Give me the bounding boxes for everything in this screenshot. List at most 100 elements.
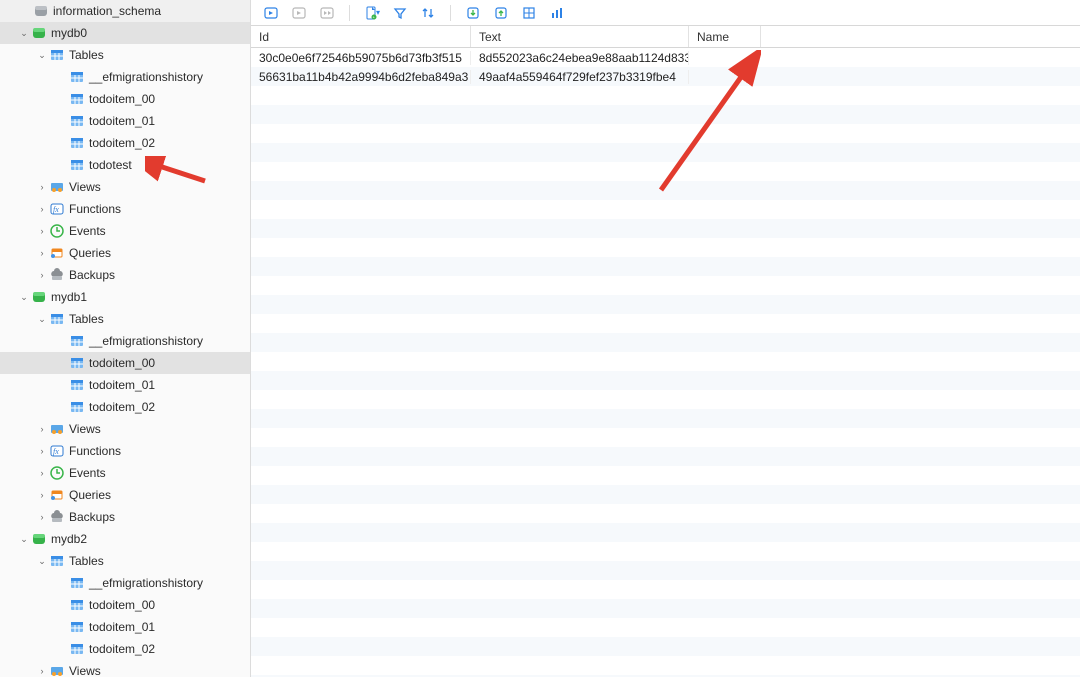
table-icon — [50, 48, 64, 62]
tree-table-item[interactable]: __efmigrationshistory — [0, 66, 250, 88]
table-icon — [70, 598, 84, 612]
cell-text[interactable]: 49aaf4a559464f729fef237b3319fbe4 — [471, 70, 689, 84]
table-row[interactable]: 30c0e0e6f72546b59075b6d73fb3f515 8d55202… — [251, 48, 1080, 67]
run-query-button[interactable] — [257, 1, 285, 25]
data-grid[interactable]: Id Text Name 30c0e0e6f72546b59075b6d73fb… — [251, 26, 1080, 677]
tree-db-mydb0[interactable]: ⌄ mydb0 — [0, 22, 250, 44]
chevron-down-icon[interactable]: ⌄ — [36, 313, 48, 325]
chevron-right-icon[interactable]: › — [36, 445, 48, 457]
tree-table-item[interactable]: __efmigrationshistory — [0, 330, 250, 352]
tree-table-item[interactable]: todoitem_01 — [0, 374, 250, 396]
backup-icon — [50, 510, 64, 524]
tree-functions-folder[interactable]: › Functions — [0, 440, 250, 462]
chevron-right-icon[interactable]: › — [36, 467, 48, 479]
tree-table-item[interactable]: todoitem_02 — [0, 396, 250, 418]
column-header-label: Text — [479, 30, 501, 44]
cell-id[interactable]: 56631ba11b4b42a9994b6d2feba849a3 — [251, 70, 471, 84]
chevron-down-icon[interactable]: ⌄ — [18, 291, 30, 303]
tree-table-item[interactable]: todoitem_00 — [0, 352, 250, 374]
tree-backups-folder[interactable]: ›Backups — [0, 506, 250, 528]
chevron-down-icon[interactable]: ⌄ — [36, 555, 48, 567]
tree-label: Tables — [69, 48, 104, 62]
main-panel: ▾ Id Text Name 30c0e0e6f72546b59075b6d73… — [251, 0, 1080, 677]
grid-body: 30c0e0e6f72546b59075b6d73fb3f515 8d55202… — [251, 48, 1080, 677]
tree-label: todoitem_01 — [89, 620, 155, 634]
tree-table-item[interactable]: todoitem_01 — [0, 110, 250, 132]
tree-table-item[interactable]: __efmigrationshistory — [0, 572, 250, 594]
tree-db-mydb1[interactable]: ⌄ mydb1 — [0, 286, 250, 308]
tree-label: Tables — [69, 554, 104, 568]
table-row-empty — [251, 257, 1080, 276]
chevron-right-icon[interactable]: › — [36, 665, 48, 677]
chevron-right-icon[interactable]: › — [36, 423, 48, 435]
chevron-down-icon[interactable]: ⌄ — [36, 49, 48, 61]
sort-button[interactable] — [414, 1, 442, 25]
fx-icon — [50, 202, 64, 216]
column-header-name[interactable]: Name — [689, 26, 761, 47]
column-header-label: Id — [259, 30, 269, 44]
export-button[interactable] — [487, 1, 515, 25]
chevron-down-icon[interactable]: ⌄ — [18, 533, 30, 545]
cell-text[interactable]: 8d552023a6c24ebea9e88aab1124d833 — [471, 51, 689, 65]
tree-label: __efmigrationshistory — [89, 334, 203, 348]
cell-id[interactable]: 30c0e0e6f72546b59075b6d73fb3f515 — [251, 51, 471, 65]
tree-views-folder[interactable]: ›Views — [0, 176, 250, 198]
column-header-id[interactable]: Id — [251, 26, 471, 47]
column-header-text[interactable]: Text — [471, 26, 689, 47]
tree-db-information-schema[interactable]: information_schema — [0, 0, 250, 22]
tree-label: todoitem_00 — [89, 598, 155, 612]
tree-tables-folder[interactable]: ⌄ Tables — [0, 44, 250, 66]
tree-functions-folder[interactable]: ›Functions — [0, 198, 250, 220]
tree-backups-folder[interactable]: › Backups — [0, 264, 250, 286]
tree-queries-folder[interactable]: ›Queries — [0, 484, 250, 506]
table-row-empty — [251, 124, 1080, 143]
chart-button[interactable] — [543, 1, 571, 25]
tree-label: todoitem_01 — [89, 114, 155, 128]
filter-button[interactable] — [386, 1, 414, 25]
tree-label: todoitem_02 — [89, 642, 155, 656]
tree-label: Tables — [69, 312, 104, 326]
tree-table-item[interactable]: todoitem_02 — [0, 132, 250, 154]
table-row-empty — [251, 200, 1080, 219]
db-tree-sidebar[interactable]: information_schema ⌄ mydb0 ⌄ Tables __ef… — [0, 0, 251, 677]
chevron-right-icon[interactable]: › — [36, 269, 48, 281]
import-button[interactable] — [459, 1, 487, 25]
tree-views-folder[interactable]: ›Views — [0, 660, 250, 677]
tree-tables-folder[interactable]: ⌄ Tables — [0, 550, 250, 572]
tree-table-item[interactable]: todoitem_00 — [0, 594, 250, 616]
views-icon — [50, 180, 64, 194]
chevron-right-icon[interactable]: › — [36, 511, 48, 523]
table-icon — [70, 400, 84, 414]
tree-table-item[interactable]: todoitem_00 — [0, 88, 250, 110]
table-row-empty — [251, 542, 1080, 561]
queries-icon — [50, 488, 64, 502]
chevron-right-icon[interactable]: › — [36, 181, 48, 193]
tree-table-item[interactable]: todotest — [0, 154, 250, 176]
chevron-right-icon[interactable]: › — [36, 203, 48, 215]
new-document-button[interactable]: ▾ — [358, 1, 386, 25]
tree-table-item[interactable]: todoitem_01 — [0, 616, 250, 638]
table-row-empty — [251, 143, 1080, 162]
tree-table-item[interactable]: todoitem_02 — [0, 638, 250, 660]
tree-label: __efmigrationshistory — [89, 70, 203, 84]
tree-label: Functions — [69, 444, 121, 458]
table-row-empty — [251, 637, 1080, 656]
table-row[interactable]: 56631ba11b4b42a9994b6d2feba849a3 49aaf4a… — [251, 67, 1080, 86]
tree-queries-folder[interactable]: ›Queries — [0, 242, 250, 264]
chevron-right-icon[interactable]: › — [36, 225, 48, 237]
tree-tables-folder[interactable]: ⌄ Tables — [0, 308, 250, 330]
grid-view-button[interactable] — [515, 1, 543, 25]
tree-events-folder[interactable]: ›Events — [0, 462, 250, 484]
toolbar: ▾ — [251, 0, 1080, 26]
chevron-down-icon[interactable]: ⌄ — [18, 27, 30, 39]
table-row-empty — [251, 618, 1080, 637]
chevron-right-icon[interactable]: › — [36, 247, 48, 259]
table-row-empty — [251, 561, 1080, 580]
chevron-right-icon[interactable]: › — [36, 489, 48, 501]
database-icon — [34, 4, 48, 18]
toolbar-separator — [450, 5, 451, 21]
tree-db-mydb2[interactable]: ⌄ mydb2 — [0, 528, 250, 550]
tree-views-folder[interactable]: ›Views — [0, 418, 250, 440]
tree-label: Backups — [69, 268, 115, 282]
tree-events-folder[interactable]: ›Events — [0, 220, 250, 242]
